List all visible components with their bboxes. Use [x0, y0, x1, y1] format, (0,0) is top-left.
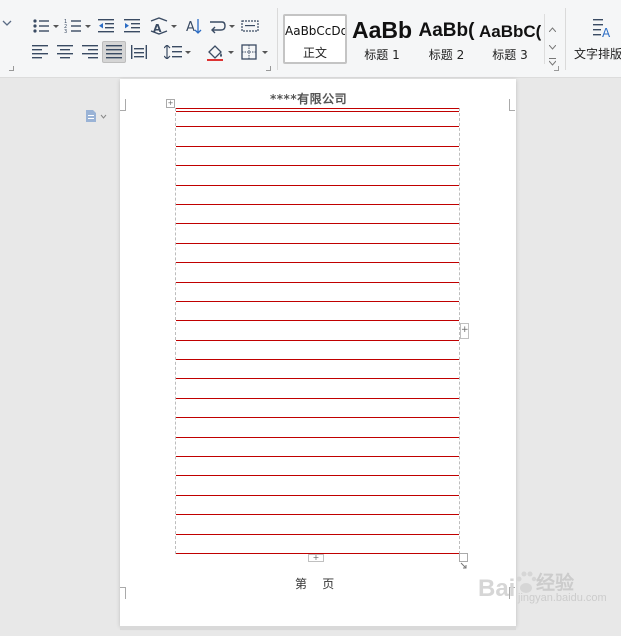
table-row-line — [176, 262, 459, 263]
shading-icon[interactable] — [205, 42, 225, 62]
line-break-caret[interactable] — [229, 25, 235, 28]
line-spacing-caret[interactable] — [185, 51, 191, 54]
gallery-up-icon[interactable] — [548, 17, 557, 36]
styles-group-expand[interactable] — [554, 66, 559, 71]
table-row-line — [176, 282, 459, 283]
text-layout-label[interactable]: 文字排版 — [574, 45, 621, 61]
line-spacing-icon[interactable] — [163, 43, 183, 61]
style-heading-1[interactable]: AaBb 标题 1 — [350, 14, 414, 64]
table-row-line — [176, 204, 459, 205]
table-resize-handle-icon[interactable] — [459, 553, 468, 569]
watermark-url: jingyan.baidu.com — [518, 592, 607, 604]
distributed-align-icon[interactable] — [129, 43, 149, 61]
page-bottom-edge — [120, 626, 516, 630]
ribbon-toolbar: 123 A A AaBbCcDd 正文 AaBb 标题 1 AaBb(标题 2… — [0, 0, 621, 78]
svg-text:A: A — [186, 20, 195, 35]
style-normal-label: 正文 — [302, 46, 327, 60]
document-outline-icon[interactable] — [84, 108, 108, 127]
table-row-line — [176, 146, 459, 147]
style-heading-1-preview: AaBb — [351, 17, 413, 43]
lined-table[interactable] — [175, 108, 460, 554]
paragraph-marks-icon[interactable] — [240, 17, 260, 35]
table-row-line — [176, 495, 459, 496]
table-row-line — [176, 417, 459, 418]
table-row-line — [176, 185, 459, 186]
table-row-line — [176, 301, 459, 302]
font-dropdown-caret[interactable] — [0, 16, 14, 30]
style-normal[interactable]: AaBbCcDd 正文 — [283, 14, 347, 64]
chinese-layout-caret[interactable] — [171, 25, 177, 28]
table-row-line — [176, 223, 459, 224]
table-row-line — [176, 378, 459, 379]
sort-icon[interactable]: A — [183, 16, 203, 36]
table-add-row-button[interactable]: + — [308, 554, 324, 562]
page-footer-page-number[interactable]: 第 页 — [295, 575, 334, 592]
decrease-indent-icon[interactable] — [96, 17, 116, 35]
style-heading-2-preview: AaBb( — [418, 20, 475, 41]
chinese-layout-icon[interactable]: A — [148, 16, 170, 36]
table-row-line — [176, 320, 459, 321]
table-row-line — [176, 398, 459, 399]
styles-gallery-scroll — [544, 14, 559, 66]
table-row-line — [176, 126, 459, 127]
table-row-line — [176, 340, 459, 341]
font-group-expand[interactable] — [9, 66, 14, 71]
table-row-line — [176, 359, 459, 360]
ribbon-separator — [277, 8, 278, 70]
table-row-line — [176, 456, 459, 457]
styles-gallery: AaBbCcDd 正文 AaBb 标题 1 AaBb( 标题 2 AaBbC( … — [283, 14, 559, 64]
table-row-line — [176, 243, 459, 244]
margin-mark-top-left — [120, 99, 126, 111]
style-heading-2[interactable]: AaBb( 标题 2 — [414, 14, 479, 64]
text-layout-icon[interactable]: A — [590, 16, 616, 40]
shading-caret[interactable] — [228, 51, 234, 54]
align-center-icon[interactable] — [55, 43, 75, 61]
numbered-list-caret[interactable] — [85, 25, 91, 28]
watermark-brand-text: 经验 — [536, 572, 575, 594]
table-row-line — [176, 165, 459, 166]
table-top-rule — [176, 108, 459, 109]
table-row-line — [176, 534, 459, 535]
bullet-list-caret[interactable] — [53, 25, 59, 28]
style-heading-3-label: 标题 3 — [492, 48, 528, 62]
svg-text:Bai: Bai — [478, 575, 515, 602]
style-heading-2-label: 标题 2 — [428, 48, 465, 62]
line-break-icon[interactable] — [207, 17, 227, 35]
margin-mark-top-right — [509, 99, 515, 111]
document-canvas: ****有限公司 + + + 第 页 — [0, 79, 621, 636]
table-add-column-button[interactable]: + — [460, 323, 469, 339]
margin-mark-bottom-left — [120, 587, 126, 599]
svg-text:A: A — [602, 26, 611, 39]
table-top-rule — [176, 111, 459, 112]
align-right-icon[interactable] — [80, 43, 100, 61]
align-left-icon[interactable] — [30, 43, 50, 61]
increase-indent-icon[interactable] — [122, 17, 142, 35]
borders-icon[interactable] — [239, 43, 259, 61]
table-row-line — [176, 437, 459, 438]
numbered-list-icon[interactable]: 123 — [63, 17, 83, 35]
borders-caret[interactable] — [262, 51, 268, 54]
style-heading-3[interactable]: AaBbC( 标题 3 — [479, 14, 541, 64]
paragraph-group-expand[interactable] — [266, 66, 271, 71]
style-heading-3-preview: AaBbC( — [479, 22, 541, 41]
table-row-line — [176, 514, 459, 515]
style-normal-preview: AaBbCcDd — [285, 24, 345, 38]
baidu-jingyan-watermark: Bai 经验 jingyan.baidu.com — [478, 566, 618, 610]
table-row-line — [176, 475, 459, 476]
ribbon-separator — [565, 8, 566, 70]
bullet-list-icon[interactable] — [31, 17, 51, 35]
svg-text:3: 3 — [64, 29, 67, 34]
table-move-handle-icon[interactable]: + — [166, 99, 175, 108]
page-header-company-name[interactable]: ****有限公司 — [270, 90, 347, 107]
style-heading-1-label: 标题 1 — [364, 48, 400, 62]
align-justify-icon[interactable] — [102, 41, 126, 63]
